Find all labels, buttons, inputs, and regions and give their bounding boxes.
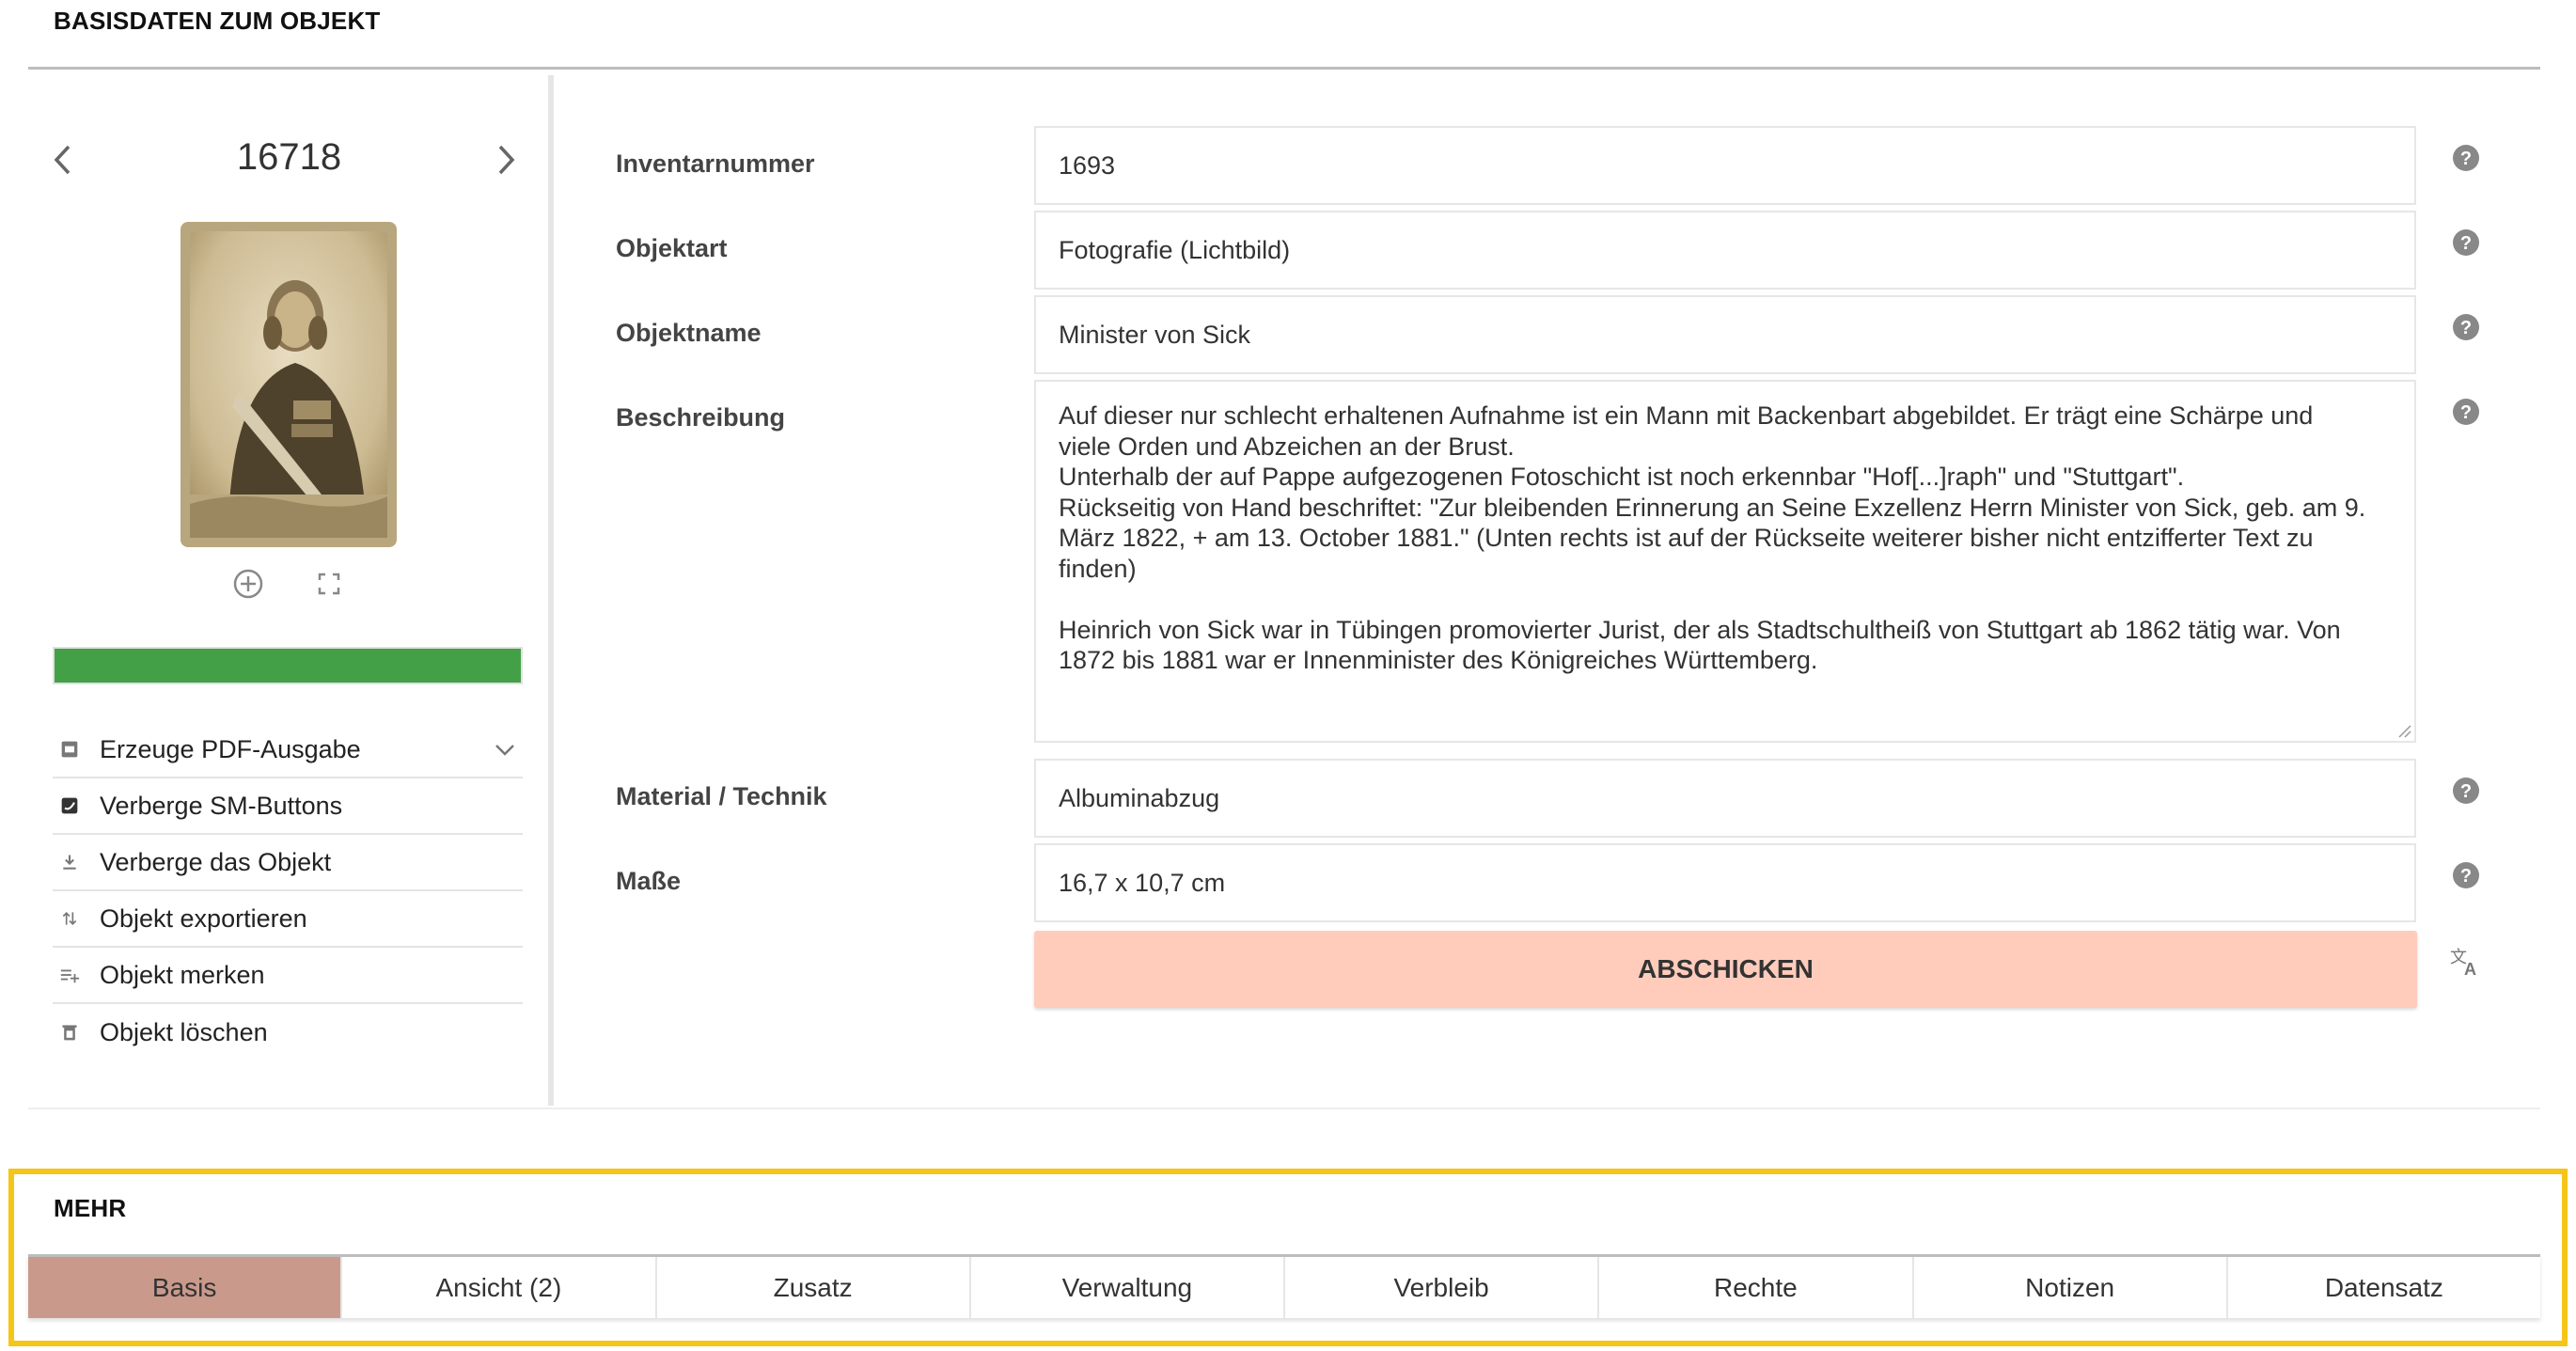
panel-divider	[548, 75, 554, 1106]
tab-datensatz[interactable]: Datensatz	[2227, 1257, 2540, 1318]
tab-notizen[interactable]: Notizen	[1913, 1257, 2228, 1318]
chevron-down-icon[interactable]	[491, 736, 519, 764]
progress-bar	[53, 647, 523, 684]
next-object-button[interactable]	[486, 141, 524, 179]
label-beschreibung: Beschreibung	[616, 403, 786, 432]
help-objektart[interactable]: ?	[2452, 228, 2480, 257]
action-label: Objekt löschen	[100, 1017, 268, 1046]
help-objektname[interactable]: ?	[2452, 313, 2480, 341]
label-objektart: Objektart	[616, 234, 728, 262]
action-remember-object[interactable]: Objekt merken	[53, 948, 523, 1004]
action-list: Erzeuge PDF-Ausgabe Verberge SM-Buttons …	[53, 722, 523, 1060]
trash-icon	[58, 1021, 81, 1044]
label-inventarnummer: Inventarnummer	[616, 149, 815, 178]
help-masse[interactable]: ?	[2452, 861, 2480, 889]
translate-icon: 文A	[2450, 948, 2476, 979]
svg-text:?: ?	[2460, 149, 2472, 169]
objektart-field[interactable]: Fotografie (Lichtbild)	[1034, 211, 2416, 290]
playlist-add-icon	[58, 964, 81, 986]
header-divider	[28, 67, 2540, 70]
help-icon: ?	[2453, 229, 2479, 256]
action-delete-object[interactable]: Objekt löschen	[53, 1004, 523, 1060]
section-title-mehr: MEHR	[54, 1194, 127, 1222]
zoom-in-icon	[233, 569, 263, 599]
section-title-basisdaten: BASISDATEN ZUM OBJEKT	[54, 7, 381, 35]
object-number: 16718	[236, 136, 342, 178]
action-label: Verberge das Objekt	[100, 847, 332, 876]
social-media-icon	[58, 794, 81, 817]
label-material: Material / Technik	[616, 782, 827, 810]
help-material[interactable]: ?	[2452, 777, 2480, 805]
svg-text:?: ?	[2460, 318, 2472, 338]
fullscreen-icon	[318, 573, 340, 595]
masse-field[interactable]: 16,7 x 10,7 cm	[1034, 843, 2416, 922]
tab-verbleib[interactable]: Verbleib	[1285, 1257, 1600, 1318]
textarea-resize-handle[interactable]	[2395, 722, 2412, 739]
svg-text:?: ?	[2460, 233, 2472, 254]
tab-basis[interactable]: Basis	[28, 1257, 343, 1318]
help-icon: ?	[2453, 862, 2479, 888]
objektname-field[interactable]: Minister von Sick	[1034, 295, 2416, 374]
help-icon: ?	[2453, 145, 2479, 171]
object-photo[interactable]	[181, 222, 397, 547]
action-export-object[interactable]: Objekt exportieren	[53, 891, 523, 948]
label-masse: Maße	[616, 867, 682, 895]
action-label: Objekt exportieren	[100, 903, 307, 933]
action-hide-sm-buttons[interactable]: Verberge SM-Buttons	[53, 778, 523, 835]
fullscreen-button[interactable]	[310, 565, 348, 603]
tab-zusatz[interactable]: Zusatz	[656, 1257, 971, 1318]
help-inventarnummer[interactable]: ?	[2452, 144, 2480, 172]
pdf-icon	[58, 738, 81, 761]
zoom-in-button[interactable]	[229, 565, 267, 603]
help-beschreibung[interactable]: ?	[2452, 398, 2480, 426]
tab-bar: Basis Ansicht (2) Zusatz Verwaltung Verb…	[28, 1254, 2540, 1318]
action-label: Objekt merken	[100, 960, 265, 989]
inventarnummer-field[interactable]: 1693	[1034, 126, 2416, 205]
label-objektname: Objektname	[616, 319, 762, 347]
chevron-right-icon	[498, 145, 515, 175]
submit-button[interactable]: ABSCHICKEN	[1034, 931, 2417, 1008]
beschreibung-textarea[interactable]: Auf dieser nur schlecht erhaltenen Aufna…	[1034, 380, 2416, 743]
section-divider	[28, 1108, 2540, 1109]
chevron-left-icon	[54, 145, 71, 175]
svg-text:?: ?	[2460, 866, 2472, 887]
tab-verwaltung[interactable]: Verwaltung	[970, 1257, 1285, 1318]
help-icon: ?	[2453, 314, 2479, 340]
svg-text:?: ?	[2460, 402, 2472, 423]
svg-text:A: A	[2464, 960, 2476, 978]
previous-object-button[interactable]	[45, 141, 83, 179]
svg-text:?: ?	[2460, 781, 2472, 802]
action-create-pdf[interactable]: Erzeuge PDF-Ausgabe	[53, 722, 523, 778]
help-icon: ?	[2453, 399, 2479, 425]
translate-button[interactable]: 文A	[2448, 944, 2482, 979]
action-label: Verberge SM-Buttons	[100, 791, 343, 820]
portrait-photo-image	[181, 222, 397, 547]
action-label: Erzeuge PDF-Ausgabe	[100, 734, 361, 763]
tab-ansicht[interactable]: Ansicht (2)	[342, 1257, 657, 1318]
help-icon: ?	[2453, 778, 2479, 804]
material-field[interactable]: Albuminabzug	[1034, 759, 2416, 838]
action-hide-object[interactable]: Verberge das Objekt	[53, 835, 523, 891]
tab-rechte[interactable]: Rechte	[1599, 1257, 1914, 1318]
download-icon	[58, 851, 81, 873]
export-arrows-icon	[58, 907, 81, 930]
